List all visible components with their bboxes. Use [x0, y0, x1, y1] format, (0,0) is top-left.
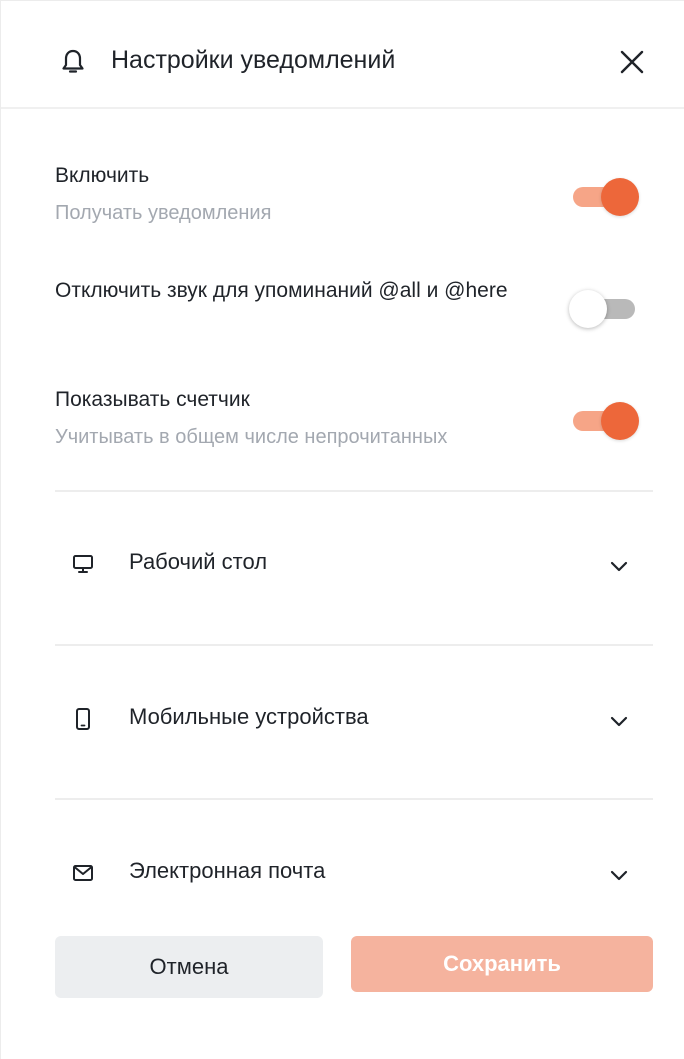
monitor-icon — [73, 555, 93, 573]
setting-show-counter-description: Учитывать в общем числе непрочитанных — [55, 426, 448, 448]
show-counter-toggle[interactable] — [573, 402, 639, 440]
section-desktop-label: Рабочий стол — [129, 549, 268, 574]
mobile-icon — [76, 708, 90, 730]
setting-enable-label: Включить — [55, 164, 150, 187]
section-desktop[interactable]: Рабочий стол — [55, 534, 653, 594]
section-mobile[interactable]: Мобильные устройства — [55, 689, 653, 749]
close-icon[interactable] — [617, 47, 647, 77]
panel-title: Настройки уведомлений — [111, 46, 396, 74]
setting-enable: Включить Получать уведомления — [55, 161, 655, 227]
toggle-knob — [569, 290, 607, 328]
chevron-down-icon — [610, 870, 628, 881]
setting-enable-description: Получать уведомления — [55, 202, 272, 224]
cancel-button[interactable]: Отмена — [55, 936, 323, 998]
setting-mute-mentions: Отключить звук для упоминаний @all и @he… — [55, 276, 655, 306]
bell-icon — [62, 49, 84, 73]
setting-mute-mentions-label: Отключить звук для упоминаний @all и @he… — [55, 279, 508, 302]
toggle-knob — [601, 178, 639, 216]
save-button[interactable]: Сохранить — [351, 936, 653, 992]
toggle-knob — [601, 402, 639, 440]
section-email[interactable]: Электронная почта — [55, 843, 653, 903]
mute-mentions-toggle[interactable] — [569, 290, 639, 328]
setting-show-counter: Показывать счетчик Учитывать в общем чис… — [55, 385, 655, 451]
notification-settings-panel: Настройки уведомлений Включить Получать … — [0, 0, 684, 1059]
section-email-label: Электронная почта — [129, 858, 326, 883]
chevron-down-icon — [610, 716, 628, 727]
section-mobile-label: Мобильные устройства — [129, 704, 369, 729]
divider — [55, 798, 653, 800]
chevron-down-icon — [610, 561, 628, 572]
divider — [55, 644, 653, 646]
divider — [55, 490, 653, 492]
panel-header: Настройки уведомлений — [1, 1, 684, 109]
enable-notifications-toggle[interactable] — [573, 178, 639, 216]
setting-show-counter-label: Показывать счетчик — [55, 388, 250, 411]
mail-icon — [73, 865, 93, 881]
